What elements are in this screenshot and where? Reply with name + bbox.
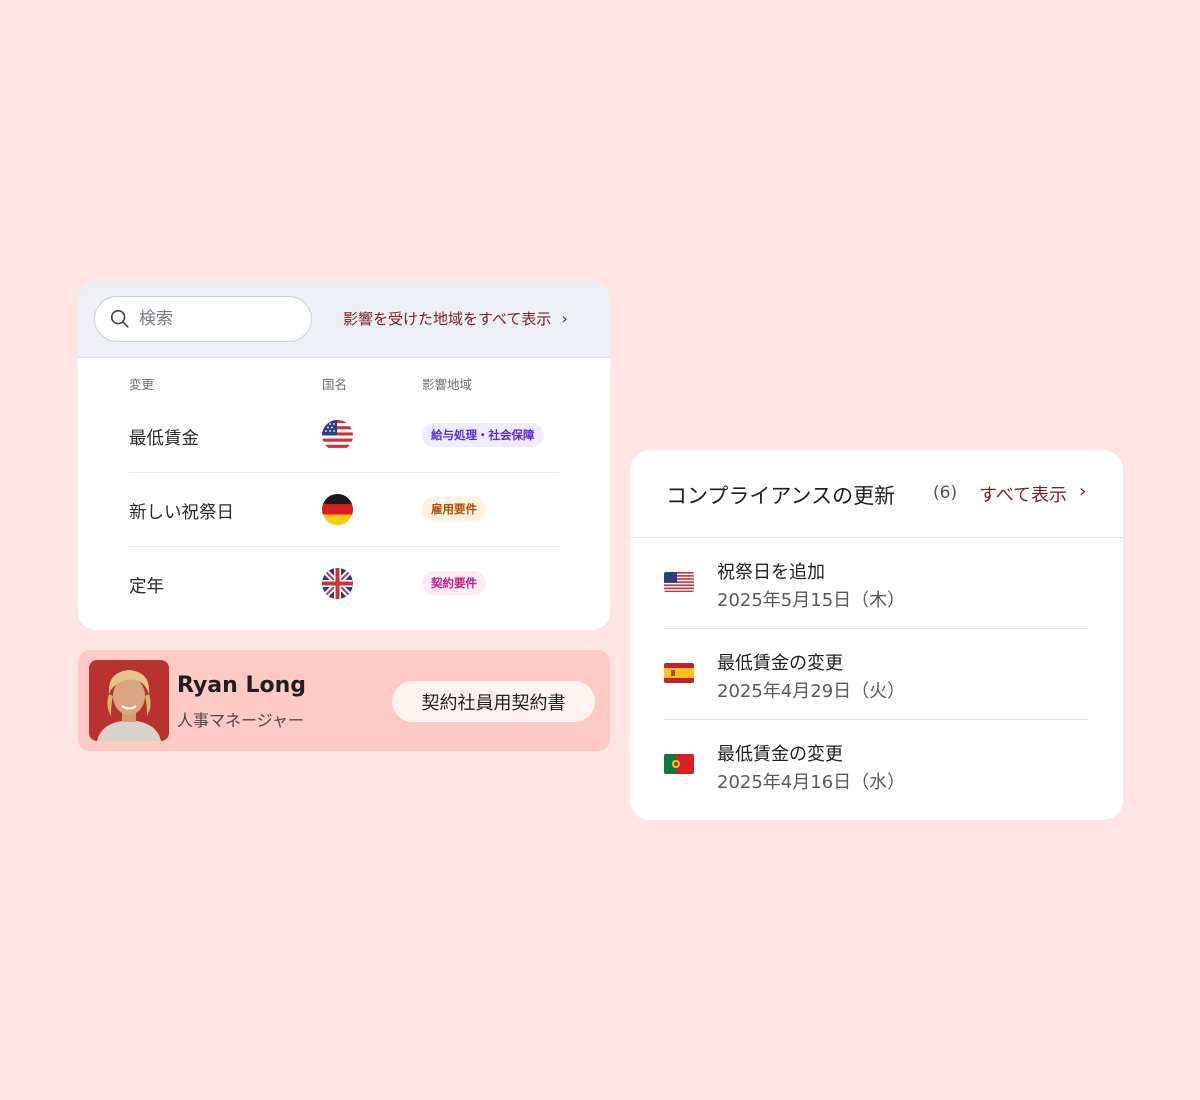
us-flag-icon — [322, 420, 353, 451]
portugal-flag-icon — [664, 754, 694, 774]
status-badge: 雇用要件 — [422, 497, 486, 521]
status-badge: 契約要件 — [422, 571, 486, 595]
list-item[interactable]: 最低賃金の変更 2025年4月29日（火） — [664, 629, 1088, 720]
update-date: 2025年4月16日（水） — [717, 772, 906, 793]
changes-panel: 影響を受けた地域をすべて表示 › 変更 国名 影響地域 最低賃金 給与処理・社会… — [78, 281, 610, 630]
search-icon — [110, 309, 129, 328]
update-title: 祝祭日を追加 — [717, 562, 825, 583]
contractor-contract-button[interactable]: 契約社員用契約書 — [392, 681, 595, 722]
change-name: 新しい祝祭日 — [129, 503, 234, 523]
compliance-updates-panel: コンプライアンスの更新 (6) すべて表示 › 祝祭日を追加 2025年5月15… — [630, 450, 1123, 820]
list-item[interactable]: 祝祭日を追加 2025年5月15日（木） — [664, 538, 1088, 629]
table-row[interactable]: 最低賃金 給与処理・社会保障 — [129, 399, 559, 473]
person-card: Ryan Long 人事マネージャー 契約社員用契約書 — [78, 650, 610, 751]
update-date: 2025年5月15日（木） — [717, 590, 906, 611]
update-date: 2025年4月29日（火） — [717, 681, 906, 702]
germany-flag-icon — [322, 494, 353, 525]
view-all-link[interactable]: すべて表示 › — [979, 481, 1086, 507]
avatar — [89, 660, 169, 741]
spain-flag-icon — [664, 663, 694, 683]
column-header-change: 変更 — [129, 377, 155, 392]
view-all-affected-regions-label: 影響を受けた地域をすべて表示 — [343, 310, 552, 328]
person-name: Ryan Long — [177, 673, 307, 698]
view-all-label: すべて表示 — [979, 485, 1068, 506]
update-title: 最低賃金の変更 — [717, 744, 843, 765]
column-header-area: 影響地域 — [422, 377, 473, 392]
update-title: 最低賃金の変更 — [717, 653, 843, 674]
search-field[interactable] — [94, 296, 312, 342]
us-flag-icon — [664, 572, 694, 592]
compliance-header: コンプライアンスの更新 (6) すべて表示 › — [630, 450, 1123, 538]
list-item[interactable]: 最低賃金の変更 2025年4月16日（水） — [664, 720, 1088, 811]
compliance-count: (6) — [933, 483, 958, 503]
chevron-right-icon: › — [561, 309, 568, 328]
change-name: 定年 — [129, 577, 164, 597]
compliance-title: コンプライアンスの更新 — [666, 484, 896, 508]
changes-panel-header: 影響を受けた地域をすべて表示 › — [78, 281, 610, 358]
person-role: 人事マネージャー — [177, 711, 304, 730]
uk-flag-icon — [322, 568, 353, 599]
table-row[interactable]: 定年 契約要件 — [129, 547, 559, 621]
search-input[interactable] — [139, 309, 289, 329]
change-name: 最低賃金 — [129, 429, 199, 449]
column-header-country: 国名 — [322, 377, 348, 392]
table-row[interactable]: 新しい祝祭日 雇用要件 — [129, 473, 559, 547]
status-badge: 給与処理・社会保障 — [422, 423, 544, 447]
view-all-affected-regions-link[interactable]: 影響を受けた地域をすべて表示 › — [343, 308, 568, 329]
chevron-right-icon: › — [1079, 481, 1087, 502]
